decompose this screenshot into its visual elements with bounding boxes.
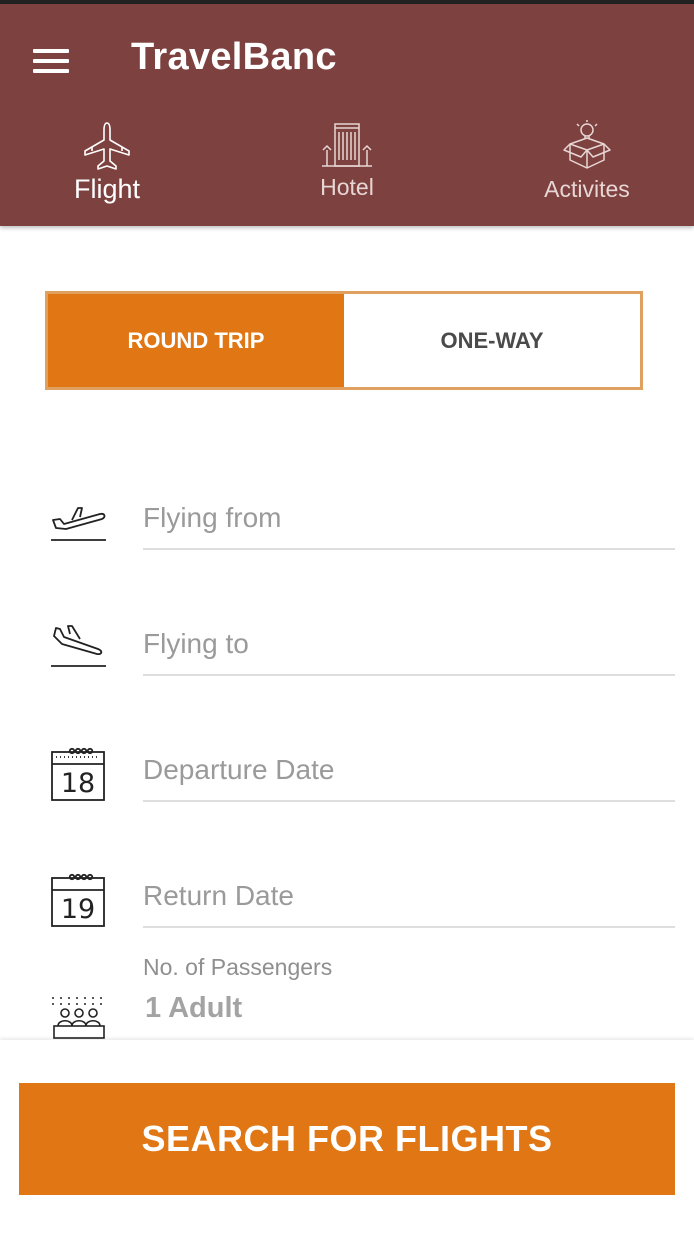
app-title: TravelBanc xyxy=(131,36,337,78)
round-trip-button[interactable]: ROUND TRIP xyxy=(48,294,344,387)
passengers-icon xyxy=(52,997,106,1039)
tab-hotel[interactable]: Hotel xyxy=(257,120,437,226)
passengers-label: No. of Passengers xyxy=(143,954,333,980)
flying-from-input[interactable]: Flying from xyxy=(143,494,675,550)
landing-icon xyxy=(51,625,106,667)
calendar-day-19: 19 xyxy=(61,894,95,925)
tab-flight[interactable]: Flight xyxy=(17,120,197,226)
departure-date-input[interactable]: Departure Date xyxy=(143,746,675,802)
tab-activities[interactable]: Activites xyxy=(497,120,677,226)
tab-activities-label: Activites xyxy=(544,176,630,202)
activity-box-icon xyxy=(563,120,611,169)
flying-to-row: Flying to xyxy=(0,616,694,686)
calendar-icon: 18 xyxy=(51,747,105,801)
flying-from-row: Flying from xyxy=(0,490,694,560)
tab-hotel-label: Hotel xyxy=(320,174,374,200)
takeoff-icon xyxy=(51,507,106,541)
departure-date-row: 18 Departure Date xyxy=(0,742,694,812)
menu-icon-line xyxy=(33,69,69,73)
return-date-row: 19 Return Date xyxy=(0,868,694,938)
menu-button[interactable] xyxy=(22,38,80,84)
tab-flight-label: Flight xyxy=(73,174,141,204)
menu-icon-line xyxy=(33,59,69,63)
airplane-icon xyxy=(84,122,130,170)
hotel-building-icon xyxy=(322,123,372,167)
trip-type-toggle: ROUND TRIP ONE-WAY xyxy=(45,291,643,390)
bottom-action-bar: SEARCH FOR FLIGHTS xyxy=(0,1040,694,1234)
menu-icon-line xyxy=(33,49,69,53)
search-flights-button[interactable]: SEARCH FOR FLIGHTS xyxy=(19,1083,675,1195)
passengers-select[interactable]: 1 Adult xyxy=(145,992,242,1025)
app-bar: TravelBanc Flight Hotel Activites xyxy=(0,4,694,226)
return-date-input[interactable]: Return Date xyxy=(143,872,675,928)
calendar-day-18: 18 xyxy=(61,768,95,799)
calendar-icon: 19 xyxy=(51,873,105,927)
one-way-button[interactable]: ONE-WAY xyxy=(344,294,640,387)
flying-to-input[interactable]: Flying to xyxy=(143,620,675,676)
